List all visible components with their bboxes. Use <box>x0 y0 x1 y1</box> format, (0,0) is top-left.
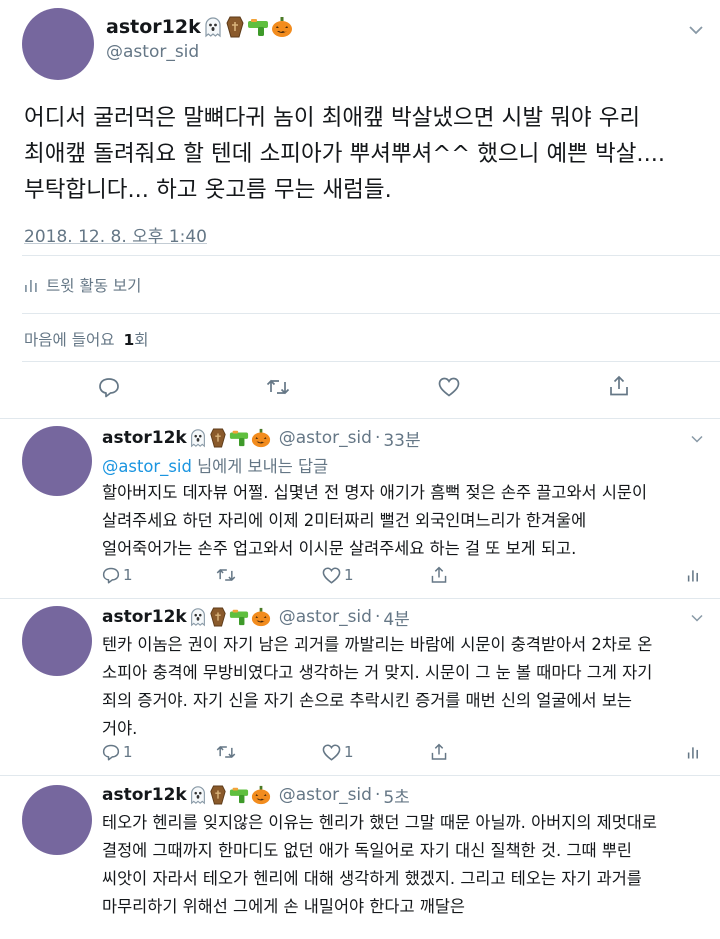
divider <box>22 361 720 362</box>
like-heart-icon[interactable]: 1 <box>322 566 354 584</box>
water-pistol-emoji-icon <box>228 607 250 627</box>
tweet-text: 어디서 굴러먹은 말뼈다귀 놈이 최애캪 박살냈으면 시발 뭐야 우리 최애캪 … <box>24 100 714 208</box>
like-heart-icon[interactable]: 1 <box>322 743 354 761</box>
reply-text-line: 테오가 헨리를 잊지않은 이유는 헨리가 했던 그말 때문 아닐까. 아버지의 … <box>102 813 657 832</box>
reply-count: 1 <box>123 566 133 584</box>
reply-text-line: 살려주세요 하던 자리에 이제 2미터짜리 뻘건 외국인며느리가 한겨울에 <box>102 511 587 530</box>
reply-text-line: 씨앗이 자라서 테오가 헨리에 대해 생각하게 했겠지. 그리고 테오는 자기 … <box>102 869 642 888</box>
analytics-icon[interactable] <box>687 745 699 760</box>
retweet-icon[interactable] <box>266 377 290 397</box>
display-name[interactable]: astor12k <box>106 16 201 38</box>
chevron-down-icon[interactable] <box>690 434 704 444</box>
coffin-emoji-icon <box>209 785 227 805</box>
reply-action-bar: 1 1 <box>102 743 702 763</box>
ghost-emoji-icon <box>188 428 208 448</box>
reply-text-line: 죄의 증거야. 자기 신을 자기 손으로 추락시킨 증거를 매번 신의 얼굴에서… <box>102 691 632 710</box>
reply-text-line: 거야. <box>102 719 138 738</box>
author-line: astor12k <box>106 12 293 42</box>
ghost-emoji-icon <box>202 16 224 38</box>
tweet-text-line: 부탁합니다... 하고 옷고름 무는 새럼들. <box>24 177 392 203</box>
ghost-emoji-icon <box>188 785 208 805</box>
separator-dot: · <box>374 607 381 627</box>
reply-action-bar: 1 1 <box>102 566 702 586</box>
replying-to-suffix: 님에게 보내는 답글 <box>191 457 329 476</box>
separator-dot: · <box>374 428 381 448</box>
jack-o-lantern-emoji-icon <box>251 428 271 448</box>
like-count: 1 <box>344 743 354 761</box>
tweet-text-line: 어디서 굴러먹은 말뼈다귀 놈이 최애캪 박살냈으면 시발 뭐야 우리 <box>24 105 641 131</box>
likes-summary[interactable]: 마음에 들어요 1회 <box>24 328 149 350</box>
reply-text: 할아버지도 데자뷰 어쩔. 십몇년 전 명자 애기가 흠뻑 젖은 손주 끌고와서… <box>102 479 714 563</box>
ghost-emoji-icon <box>188 607 208 627</box>
like-count: 1 <box>344 566 354 584</box>
share-icon[interactable] <box>430 566 448 584</box>
reply-time[interactable]: 4분 <box>383 605 409 630</box>
water-pistol-emoji-icon <box>246 16 270 38</box>
avatar[interactable] <box>22 606 92 676</box>
divider <box>0 598 720 599</box>
share-icon[interactable] <box>608 375 630 397</box>
handle[interactable]: @astor_sid <box>279 785 372 805</box>
reply-text-line: 마무리하기 위해선 그에게 손 내밀어야 한다고 깨달은 <box>102 897 466 916</box>
display-name[interactable]: astor12k <box>102 607 187 627</box>
tweet-activity-link[interactable]: 트윗 활동 보기 <box>24 274 141 296</box>
avatar[interactable] <box>22 426 92 496</box>
retweet-icon[interactable] <box>216 566 236 584</box>
chevron-down-icon[interactable] <box>690 613 704 623</box>
coffin-emoji-icon <box>225 16 245 38</box>
share-icon[interactable] <box>430 743 448 761</box>
handle[interactable]: @astor_sid <box>106 42 199 62</box>
likes-unit: 회 <box>134 331 149 349</box>
jack-o-lantern-emoji-icon <box>251 785 271 805</box>
handle[interactable]: @astor_sid <box>279 607 372 627</box>
reply-time[interactable]: 5초 <box>383 783 409 808</box>
display-name[interactable]: astor12k <box>102 785 187 805</box>
bar-chart-icon <box>24 277 38 293</box>
reply-text-line: 결정에 그때까지 한마디도 없던 애가 독일어로 자기 대신 질책한 것. 그때… <box>102 841 632 860</box>
separator-dot: · <box>374 785 381 805</box>
reply-time[interactable]: 33분 <box>383 426 420 451</box>
chevron-down-icon[interactable] <box>688 24 704 36</box>
divider <box>22 313 720 314</box>
divider <box>22 255 720 256</box>
reply-count: 1 <box>123 743 133 761</box>
water-pistol-emoji-icon <box>228 785 250 805</box>
coffin-emoji-icon <box>209 428 227 448</box>
reply-text: 테오가 헨리를 잊지않은 이유는 헨리가 했던 그말 때문 아닐까. 아버지의 … <box>102 809 714 921</box>
reply-text-line: 소피아 충격에 무방비였다고 생각하는 거 맞지. 시문이 그 눈 볼 때마다 … <box>102 663 653 682</box>
reply-author-line: astor12k @astor_sid · 5초 <box>102 781 410 809</box>
handle[interactable]: @astor_sid <box>279 428 372 448</box>
reply-text: 텐카 이놈은 권이 자기 남은 괴거를 까발리는 바람에 시문이 충격받아서 2… <box>102 631 714 743</box>
reply-author-line: astor12k @astor_sid · 4분 <box>102 603 410 631</box>
divider <box>0 775 720 776</box>
reply-author-line: astor12k @astor_sid · 33분 <box>102 424 421 452</box>
timestamp[interactable]: 2018. 12. 8. 오후 1:40 <box>24 222 207 247</box>
avatar[interactable] <box>22 8 94 80</box>
jack-o-lantern-emoji-icon <box>251 607 271 627</box>
reply-text-line: 할아버지도 데자뷰 어쩔. 십몇년 전 명자 애기가 흠뻑 젖은 손주 끌고와서… <box>102 483 648 502</box>
coffin-emoji-icon <box>209 607 227 627</box>
reply-icon[interactable] <box>98 376 120 398</box>
water-pistol-emoji-icon <box>228 428 250 448</box>
jack-o-lantern-emoji-icon <box>271 16 293 38</box>
reply-text-line: 텐카 이놈은 권이 자기 남은 괴거를 까발리는 바람에 시문이 충격받아서 2… <box>102 635 653 654</box>
reply-text-line: 얼어죽어가는 손주 업고와서 이시문 살려주세요 하는 걸 또 보게 되고. <box>102 539 577 558</box>
reply-icon[interactable]: 1 <box>102 743 133 761</box>
divider <box>0 418 720 419</box>
replying-to-handle[interactable]: @astor_sid <box>102 457 192 476</box>
avatar[interactable] <box>22 785 92 855</box>
likes-label: 마음에 들어요 <box>24 331 115 349</box>
tweet-activity-label: 트윗 활동 보기 <box>46 277 142 295</box>
tweet-text-line: 최애캪 돌려줘요 할 텐데 소피아가 뿌셔뿌셔^^ 했으니 예쁜 박살.... <box>24 141 666 167</box>
likes-count: 1 <box>123 331 135 349</box>
replying-to: @astor_sid 님에게 보내는 답글 <box>102 453 328 477</box>
display-name[interactable]: astor12k <box>102 428 187 448</box>
analytics-icon[interactable] <box>687 568 699 583</box>
reply-icon[interactable]: 1 <box>102 566 133 584</box>
like-heart-icon[interactable] <box>438 377 460 397</box>
retweet-icon[interactable] <box>216 743 236 761</box>
